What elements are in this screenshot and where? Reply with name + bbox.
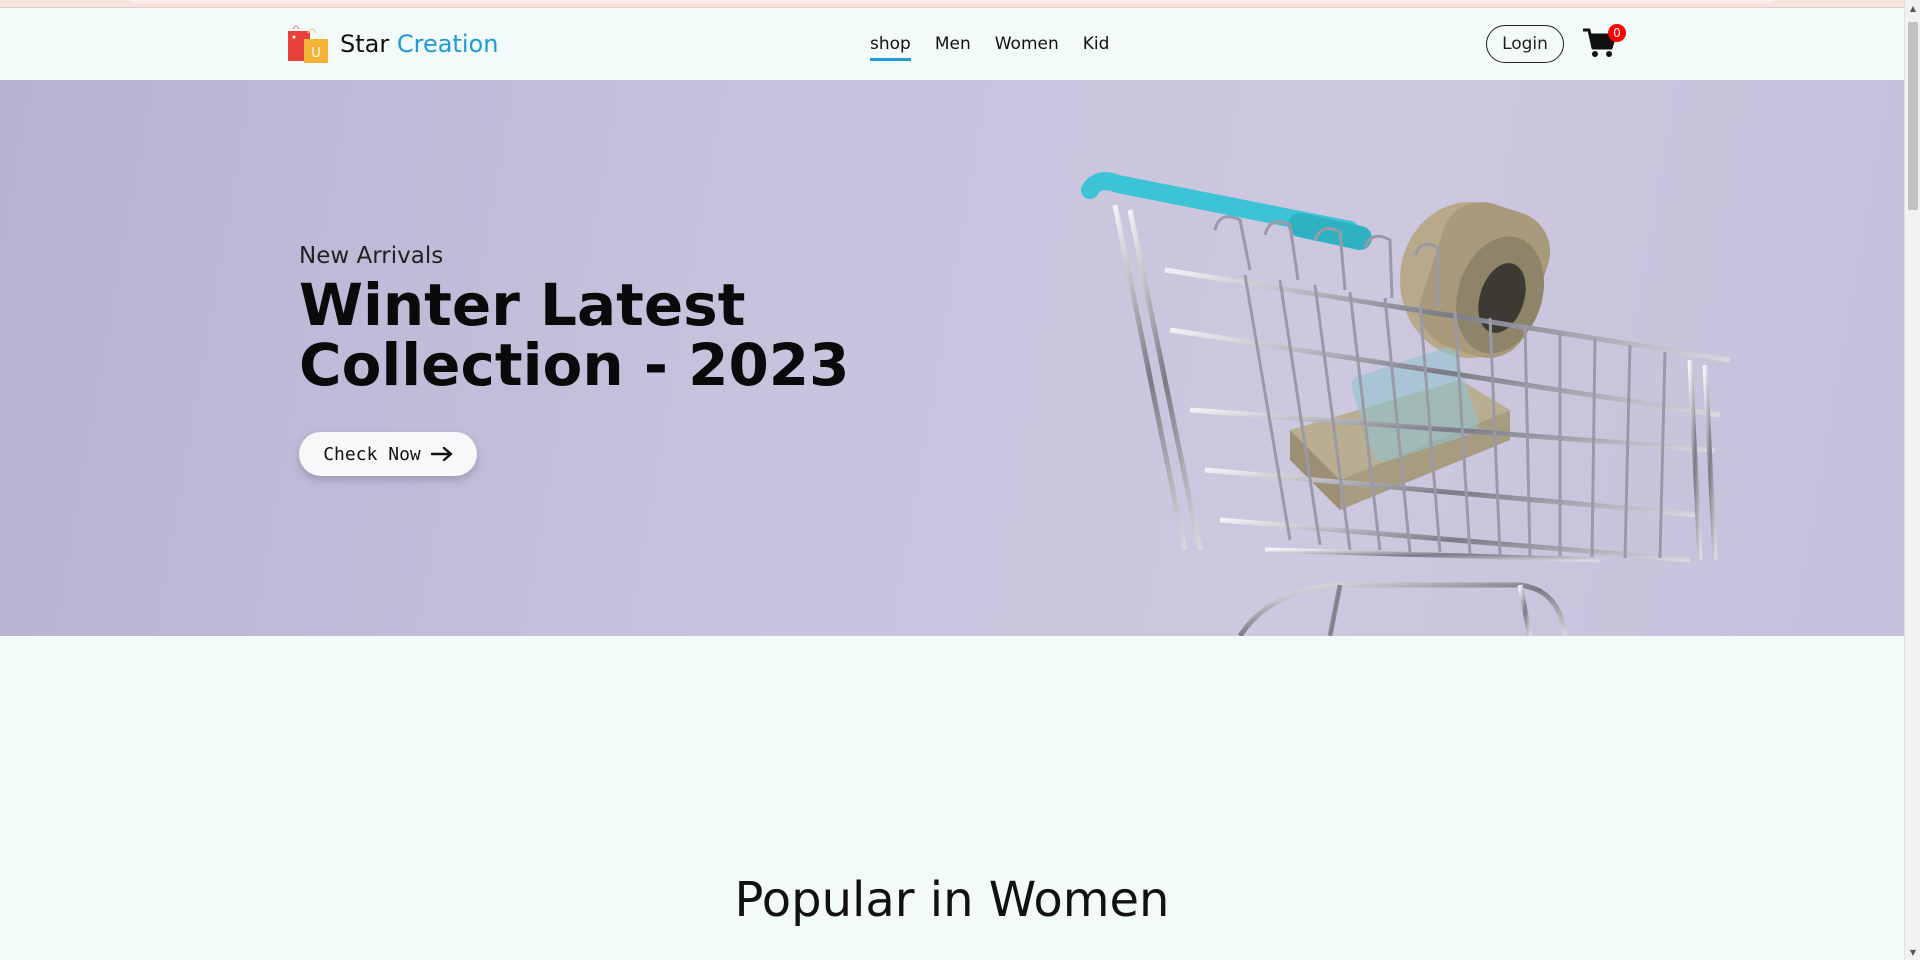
login-button[interactable]: Login <box>1486 25 1564 63</box>
main-nav: shop Men Women Kid <box>870 34 1109 61</box>
hero-title: Winter Latest Collection - 2023 <box>299 271 850 399</box>
check-now-button[interactable]: Check Now <box>299 432 477 476</box>
arrow-right-icon <box>430 447 452 461</box>
brand-name: Star Creation <box>340 30 498 58</box>
browser-top-strip <box>0 0 1904 8</box>
brand-name-part1: Star <box>340 30 390 58</box>
cart-button[interactable]: 0 <box>1582 24 1626 66</box>
scrollbar-thumb[interactable] <box>1908 22 1918 210</box>
brand-name-part2: Creation <box>396 30 499 58</box>
hero-text: New Arrivals Winter Latest Collection - … <box>299 243 859 395</box>
popular-section-title: Popular in Women <box>734 872 1170 928</box>
brand[interactable]: U Star Creation <box>286 24 498 64</box>
nav-link-men[interactable]: Men <box>935 34 971 58</box>
hero-banner: New Arrivals Winter Latest Collection - … <box>0 80 1904 636</box>
page-scrollbar[interactable]: ▲ ▼ <box>1904 0 1920 960</box>
check-now-label: Check Now <box>323 443 421 465</box>
nav-link-kid[interactable]: Kid <box>1083 34 1110 58</box>
scroll-up-arrow-icon[interactable]: ▲ <box>1905 0 1920 16</box>
svg-text:U: U <box>311 46 321 61</box>
nav-link-shop[interactable]: shop <box>870 34 911 61</box>
cart-count-badge: 0 <box>1608 24 1626 42</box>
hero-eyebrow: New Arrivals <box>299 243 444 269</box>
nav-link-women[interactable]: Women <box>995 34 1059 58</box>
shopping-bags-logo-icon: U <box>286 23 332 65</box>
navbar: U Star Creation shop Men Women Kid Login… <box>0 8 1904 80</box>
scroll-down-arrow-icon[interactable]: ▼ <box>1905 944 1920 960</box>
shopping-cart-with-money-image <box>1081 172 1731 636</box>
